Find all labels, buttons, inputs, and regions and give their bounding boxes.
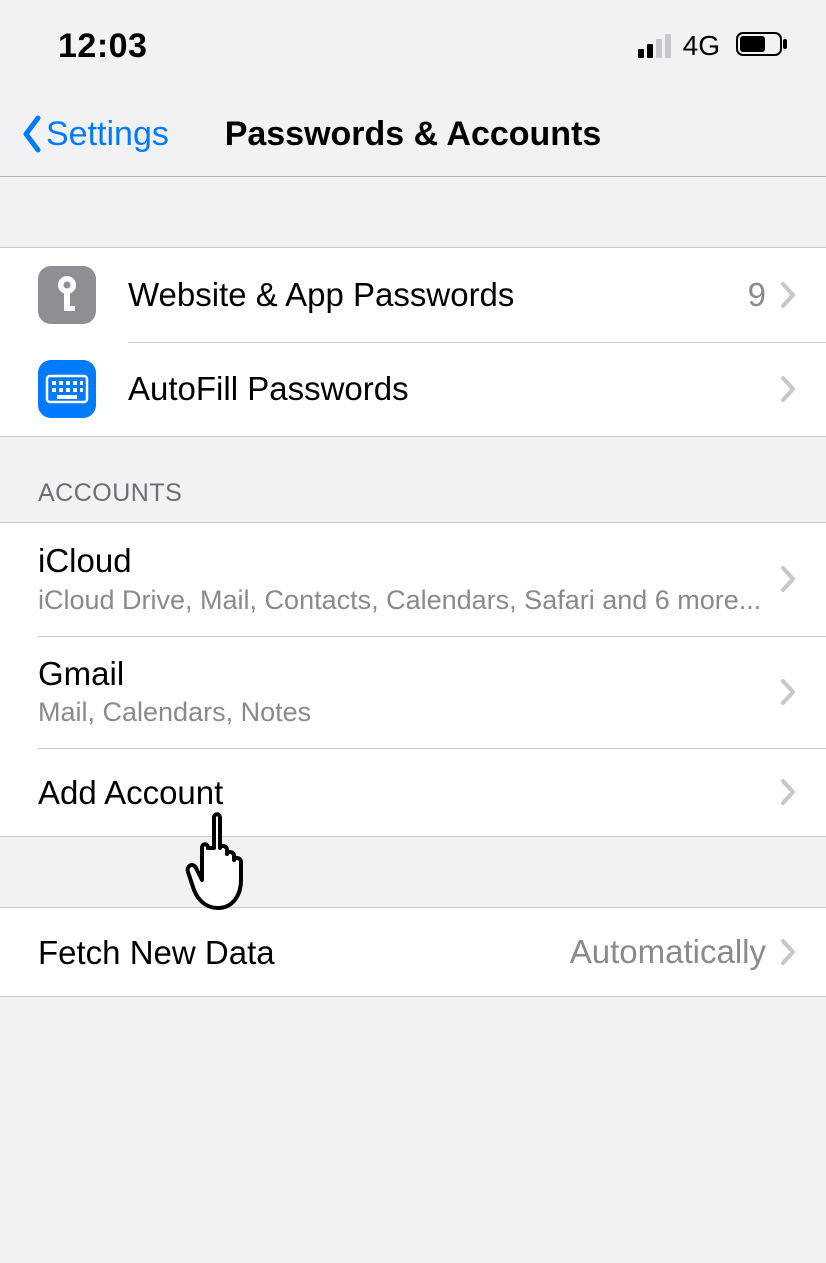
cellular-signal-icon xyxy=(638,34,671,58)
account-row-icloud[interactable]: iCloud iCloud Drive, Mail, Contacts, Cal… xyxy=(0,523,826,636)
status-bar: 12:03 4G xyxy=(0,0,826,92)
row-title: Website & App Passwords xyxy=(128,275,748,315)
row-title: iCloud xyxy=(38,541,780,581)
battery-icon xyxy=(736,32,788,61)
accounts-group: iCloud iCloud Drive, Mail, Contacts, Cal… xyxy=(0,522,826,837)
chevron-right-icon xyxy=(780,678,796,706)
autofill-passwords-row[interactable]: AutoFill Passwords xyxy=(0,342,826,436)
row-title: Add Account xyxy=(38,773,780,813)
status-indicators: 4G xyxy=(638,30,788,62)
network-type: 4G xyxy=(683,30,720,62)
row-subtitle: iCloud Drive, Mail, Contacts, Calendars,… xyxy=(38,583,780,618)
nav-bar: Settings Passwords & Accounts xyxy=(0,92,826,177)
chevron-right-icon xyxy=(780,938,796,966)
password-count: 9 xyxy=(748,276,766,314)
add-account-row[interactable]: Add Account xyxy=(0,748,826,836)
row-title: Fetch New Data xyxy=(38,933,570,973)
row-title: AutoFill Passwords xyxy=(128,369,780,409)
account-row-gmail[interactable]: Gmail Mail, Calendars, Notes xyxy=(0,636,826,749)
chevron-left-icon xyxy=(20,114,44,154)
chevron-right-icon xyxy=(780,778,796,806)
back-button[interactable]: Settings xyxy=(20,114,169,154)
chevron-right-icon xyxy=(780,565,796,593)
fetch-value: Automatically xyxy=(570,933,766,971)
passwords-group: Website & App Passwords 9 AutoFill Passw… xyxy=(0,247,826,437)
page-title: Passwords & Accounts xyxy=(225,115,602,154)
fetch-group: Fetch New Data Automatically xyxy=(0,907,826,997)
row-subtitle: Mail, Calendars, Notes xyxy=(38,695,780,730)
key-icon xyxy=(38,266,96,324)
chevron-right-icon xyxy=(780,281,796,309)
status-time: 12:03 xyxy=(58,27,147,66)
accounts-header: ACCOUNTS xyxy=(0,437,826,522)
website-app-passwords-row[interactable]: Website & App Passwords 9 xyxy=(0,248,826,342)
fetch-new-data-row[interactable]: Fetch New Data Automatically xyxy=(0,908,826,996)
keyboard-icon xyxy=(38,360,96,418)
row-title: Gmail xyxy=(38,654,780,694)
chevron-right-icon xyxy=(780,375,796,403)
spacer xyxy=(0,837,826,907)
back-label: Settings xyxy=(46,115,169,154)
spacer xyxy=(0,177,826,247)
